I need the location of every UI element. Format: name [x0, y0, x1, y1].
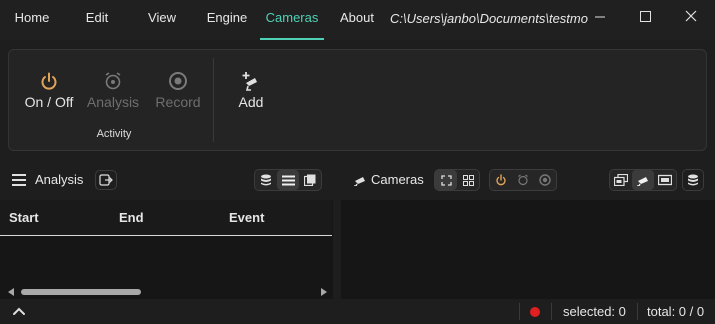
power-icon	[41, 72, 57, 90]
record-icon	[539, 174, 551, 186]
camera-layout-toggle	[434, 169, 480, 191]
menu-edit[interactable]: Edit	[64, 0, 130, 40]
menu-view[interactable]: View	[130, 0, 194, 40]
horizontal-scrollbar[interactable]	[4, 286, 330, 298]
menu-engine[interactable]: Engine	[194, 0, 260, 40]
status-divider	[519, 303, 520, 320]
record-status-icon	[530, 307, 540, 317]
camera-analysis-button[interactable]	[512, 170, 534, 190]
database-icon	[688, 174, 698, 186]
status-divider	[637, 303, 638, 320]
minimize-icon	[595, 16, 605, 18]
on-off-label: On / Off	[24, 94, 74, 110]
cameras-title: Cameras	[371, 172, 424, 187]
record-label: Record	[155, 94, 201, 110]
camera-record-button[interactable]	[534, 170, 556, 190]
scroll-left-icon[interactable]	[7, 288, 15, 296]
close-button[interactable]	[671, 4, 711, 32]
column-start[interactable]: Start	[9, 210, 39, 225]
camera-icon	[354, 177, 365, 186]
on-off-button[interactable]: On / Off	[19, 70, 79, 122]
ribbon-separator	[213, 58, 214, 142]
menu-cameras[interactable]: Cameras	[260, 0, 324, 40]
close-icon	[685, 10, 697, 22]
status-bar: selected: 0 total: 0 / 0	[0, 299, 715, 324]
file-path: C:\Users\janbo\Documents\testmo	[390, 11, 588, 26]
column-event[interactable]: Event	[229, 210, 264, 225]
selected-count: selected: 0	[563, 304, 626, 319]
database-view-button[interactable]	[255, 170, 277, 190]
menu-home[interactable]: Home	[0, 0, 64, 40]
book-view-button[interactable]	[299, 170, 321, 190]
list-view-button[interactable]	[277, 170, 299, 190]
camera-view-button[interactable]	[632, 170, 654, 190]
record-button[interactable]: Record	[148, 70, 208, 122]
column-end[interactable]: End	[119, 210, 144, 225]
activity-group-label: Activity	[96, 128, 132, 140]
hamburger-icon[interactable]	[11, 173, 27, 187]
analysis-label: Analysis	[86, 94, 140, 110]
maximize-icon	[640, 11, 651, 22]
minimize-button[interactable]	[580, 4, 620, 32]
export-icon	[99, 174, 113, 186]
grid-icon	[462, 174, 474, 186]
menu-about[interactable]: About	[324, 0, 390, 40]
stack-icon	[614, 174, 628, 186]
maximize-button[interactable]	[625, 4, 665, 32]
scroll-right-icon[interactable]	[320, 288, 328, 296]
cameras-panel: Cameras	[341, 160, 715, 299]
camera-mode-toggle	[609, 169, 677, 191]
database-icon	[261, 174, 271, 186]
display-icon	[658, 174, 672, 186]
list-icon	[281, 175, 295, 185]
stack-view-button[interactable]	[610, 170, 632, 190]
total-count: total: 0 / 0	[647, 304, 705, 319]
export-button[interactable]	[95, 170, 117, 190]
camera-activity-toggle	[489, 169, 557, 191]
analysis-button[interactable]: Analysis	[83, 70, 143, 122]
analysis-table-header: Start End Event	[0, 200, 332, 236]
chevron-up-icon[interactable]	[12, 306, 26, 316]
power-icon	[496, 174, 506, 186]
fullscreen-icon	[440, 174, 452, 186]
camera-database-button[interactable]	[682, 169, 704, 191]
analysis-view-toggle	[254, 169, 322, 191]
analysis-icon	[518, 174, 528, 186]
title-bar: Home Edit View Engine Cameras About C:\U…	[0, 0, 715, 40]
analysis-panel: Analysis Start End Event	[0, 160, 333, 299]
status-divider	[551, 303, 552, 320]
add-label: Add	[238, 94, 264, 110]
scrollbar-thumb[interactable]	[21, 289, 141, 295]
fullscreen-button[interactable]	[435, 170, 457, 190]
analysis-title: Analysis	[35, 172, 84, 187]
add-camera-button[interactable]: Add	[221, 70, 281, 122]
add-camera-icon	[242, 72, 257, 91]
grid-button[interactable]	[457, 170, 479, 190]
cameras-panel-header: Cameras	[341, 160, 715, 200]
record-icon	[169, 72, 187, 90]
camera-power-button[interactable]	[490, 170, 512, 190]
book-icon	[304, 174, 316, 186]
analysis-panel-header: Analysis	[0, 160, 333, 200]
display-view-button[interactable]	[654, 170, 676, 190]
analysis-icon	[105, 72, 121, 90]
camera-icon	[637, 177, 648, 186]
ribbon: On / Off Analysis Record Activity Add	[8, 49, 707, 151]
